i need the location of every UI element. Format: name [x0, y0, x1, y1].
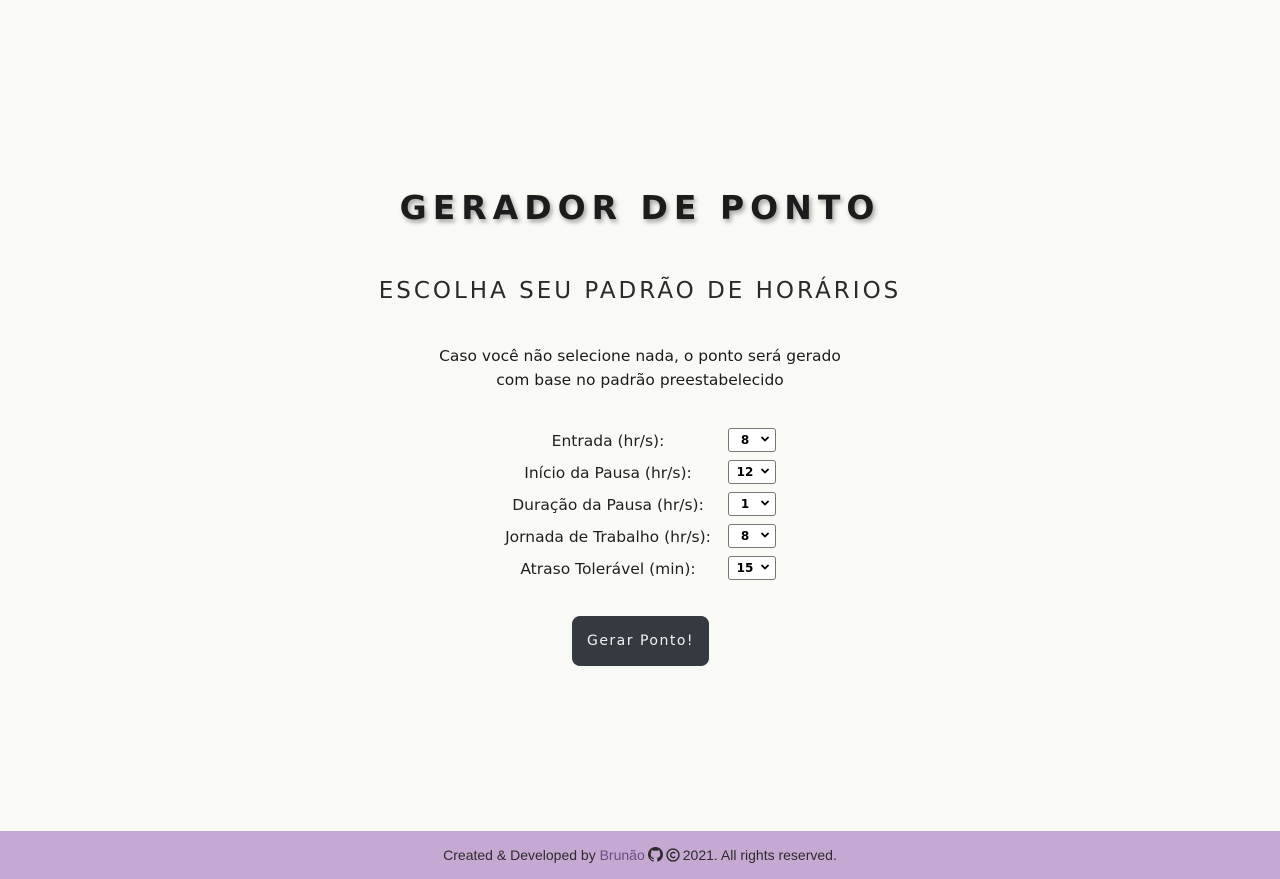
- duracao-pausa-label: Duração da Pausa (hr/s):: [512, 496, 704, 514]
- footer: Created & Developed by Brunão 2021. All r…: [0, 831, 1280, 879]
- main-content: GERADOR DE PONTO ESCOLHA SEU PADRÃO DE H…: [0, 0, 1280, 831]
- github-icon[interactable]: [647, 847, 663, 862]
- chevron-down-icon: [760, 436, 770, 442]
- chevron-down-icon: [760, 532, 770, 538]
- info-note-line-1: Caso você não selecione nada, o ponto se…: [439, 347, 841, 365]
- jornada-label: Jornada de Trabalho (hr/s):: [505, 528, 711, 546]
- inicio-pausa-select[interactable]: 12: [728, 460, 776, 484]
- atraso-select[interactable]: 15: [728, 556, 776, 580]
- page-subtitle: ESCOLHA SEU PADRÃO DE HORÁRIOS: [378, 278, 902, 304]
- atraso-label: Atraso Tolerável (min):: [520, 560, 696, 578]
- author-link[interactable]: Brunão: [600, 847, 645, 863]
- jornada-select-value: 8: [740, 529, 750, 543]
- chevron-down-icon: [760, 468, 770, 474]
- atraso-select-value: 15: [736, 561, 754, 575]
- footer-prefix: Created & Developed by: [443, 847, 596, 863]
- form-row-duracao-pausa: Duração da Pausa (hr/s): 1: [0, 490, 1280, 522]
- entrada-select-value: 8: [740, 433, 750, 447]
- duracao-pausa-select-value: 1: [740, 497, 750, 511]
- inicio-pausa-label: Início da Pausa (hr/s):: [524, 464, 692, 482]
- entrada-label: Entrada (hr/s):: [551, 432, 665, 450]
- gerar-ponto-button[interactable]: Gerar Ponto!: [572, 616, 709, 666]
- page-title: GERADOR DE PONTO: [399, 188, 881, 227]
- chevron-down-icon: [760, 564, 770, 570]
- inicio-pausa-select-value: 12: [736, 465, 754, 479]
- form-row-inicio-pausa: Início da Pausa (hr/s): 12: [0, 458, 1280, 490]
- form-row-entrada: Entrada (hr/s): 8: [0, 426, 1280, 458]
- chevron-down-icon: [760, 500, 770, 506]
- footer-suffix: 2021. All rights reserved.: [682, 847, 837, 863]
- info-note: Caso você não selecione nada, o ponto se…: [0, 344, 1280, 392]
- form-row-jornada: Jornada de Trabalho (hr/s): 8: [0, 522, 1280, 554]
- copyright-icon: [666, 848, 680, 862]
- jornada-select[interactable]: 8: [728, 524, 776, 548]
- schedule-form: Entrada (hr/s): 8 Início da Pausa (hr/s)…: [0, 426, 1280, 586]
- form-row-atraso: Atraso Tolerável (min): 15: [0, 554, 1280, 586]
- duracao-pausa-select[interactable]: 1: [728, 492, 776, 516]
- info-note-line-2: com base no padrão preestabelecido: [496, 371, 784, 389]
- entrada-select[interactable]: 8: [728, 428, 776, 452]
